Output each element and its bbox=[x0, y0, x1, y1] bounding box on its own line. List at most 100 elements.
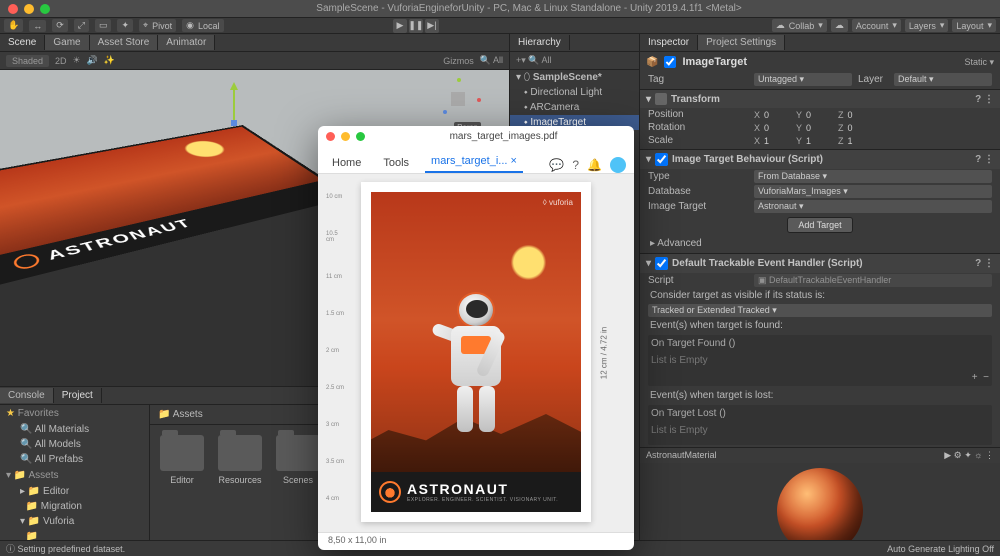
gizmos-dropdown[interactable]: Gizmos bbox=[443, 56, 474, 66]
advanced-foldout[interactable]: ▸ Advanced bbox=[640, 236, 1000, 251]
pdf-tab-tools[interactable]: Tools bbox=[377, 153, 415, 173]
pdf-tab-file[interactable]: mars_target_i... × bbox=[425, 151, 523, 173]
status-icon: ⓘ bbox=[6, 542, 15, 555]
scene-tabs: Scene Game Asset Store Animator bbox=[0, 34, 509, 52]
pause-button[interactable]: ❚❚ bbox=[409, 19, 423, 33]
ruler-vertical: 10 cm10.5 cm11 cm1.5 cm2 cm2.5 cm3 cm3.5… bbox=[326, 194, 346, 502]
tab-hierarchy[interactable]: Hierarchy bbox=[510, 35, 570, 50]
fx-icon[interactable]: ✨ bbox=[104, 55, 115, 66]
image-target-component: ▾Image Target Behaviour (Script)? ⋮ Type… bbox=[640, 149, 1000, 251]
static-dropdown[interactable]: Static ▾ bbox=[964, 57, 994, 68]
step-button[interactable]: ▶| bbox=[425, 19, 439, 33]
astronaut-figure bbox=[431, 292, 521, 442]
assets-node[interactable]: ▾ 📁 Assets bbox=[0, 467, 149, 484]
folder-resources[interactable]: Resources bbox=[218, 435, 262, 485]
status-message: Setting predefined dataset. bbox=[18, 544, 126, 554]
tool-rect[interactable]: ▭ bbox=[95, 19, 112, 32]
avatar[interactable] bbox=[610, 157, 626, 173]
tab-project-settings[interactable]: Project Settings bbox=[698, 35, 785, 50]
component-menu[interactable]: ? ⋮ bbox=[975, 94, 994, 105]
comment-icon[interactable]: 💬 bbox=[549, 158, 564, 172]
2d-toggle[interactable]: 2D bbox=[55, 56, 67, 66]
script-field: ▣ DefaultTrackableEventHandler bbox=[754, 274, 992, 287]
transform-handle[interactable] bbox=[230, 82, 238, 126]
pdf-window[interactable]: mars_target_images.pdf Home Tools mars_t… bbox=[318, 126, 634, 550]
bell-icon[interactable]: 🔔 bbox=[587, 158, 602, 172]
obj-arcamera[interactable]: ⬩ ARCamera bbox=[510, 100, 639, 115]
help-icon[interactable]: ? bbox=[572, 158, 579, 172]
tool-rotate[interactable]: ⟳ bbox=[52, 19, 68, 32]
object-icon[interactable]: 📦 bbox=[646, 57, 658, 68]
tree-editor[interactable]: ▸ 📁 Editor bbox=[0, 484, 149, 499]
pdf-footer: 8,50 x 11,00 in bbox=[318, 532, 634, 550]
tab-scene[interactable]: Scene bbox=[0, 35, 45, 50]
account-dropdown[interactable]: Account▾ bbox=[852, 19, 901, 32]
tab-inspector[interactable]: Inspector bbox=[640, 35, 698, 50]
layers-dropdown[interactable]: Layers▾ bbox=[905, 19, 949, 32]
app-title: SampleScene - VuforiaEngineforUnity - PC… bbox=[58, 3, 1000, 14]
material-sphere bbox=[777, 468, 863, 541]
audio-icon[interactable]: 🔊 bbox=[87, 55, 98, 66]
type-field[interactable]: From Database ▾ bbox=[754, 170, 992, 183]
light-icon[interactable]: ☀ bbox=[73, 55, 81, 66]
tree-vuforia[interactable]: ▾ 📁 Vuforia bbox=[0, 514, 149, 529]
on-found-event[interactable]: On Target Found ()List is Empty+ − bbox=[648, 335, 992, 386]
fav-materials[interactable]: 🔍 All Materials bbox=[0, 422, 149, 437]
tree-migration[interactable]: 📁 Migration bbox=[0, 499, 149, 514]
target-field[interactable]: Astronaut ▾ bbox=[754, 200, 992, 213]
project-tree[interactable]: ★ Favorites 🔍 All Materials 🔍 All Models… bbox=[0, 405, 150, 540]
obj-light[interactable]: ⬩ Directional Light bbox=[510, 85, 639, 100]
transform-component: ▾Transform? ⋮ PositionX0Y0Z0 RotationX0Y… bbox=[640, 89, 1000, 147]
tool-hand[interactable]: ✋ bbox=[4, 19, 23, 32]
traffic-lights[interactable] bbox=[0, 4, 58, 14]
main-toolbar: ✋ ↔ ⟳ ⤢ ▭ ✦ ⌖Pivot ◉Local ▶ ❚❚ ▶| ☁Colla… bbox=[0, 18, 1000, 34]
orientation-gizmo[interactable] bbox=[439, 80, 479, 120]
tab-animator[interactable]: Animator bbox=[158, 35, 215, 50]
scene-toolbar: Shaded 2D ☀ 🔊 ✨ Gizmos 🔍 All bbox=[0, 52, 509, 70]
tab-game[interactable]: Game bbox=[45, 35, 89, 50]
database-field[interactable]: VuforiaMars_Images ▾ bbox=[754, 185, 992, 198]
pivot-toggle[interactable]: ⌖Pivot bbox=[139, 19, 176, 32]
tab-asset-store[interactable]: Asset Store bbox=[90, 35, 159, 50]
object-name[interactable]: ImageTarget bbox=[682, 56, 747, 68]
tool-scale[interactable]: ⤢ bbox=[74, 19, 89, 32]
pdf-traffic-lights[interactable] bbox=[318, 132, 373, 141]
tag-field[interactable]: Untagged ▾ bbox=[754, 73, 852, 86]
fav-prefabs[interactable]: 🔍 All Prefabs bbox=[0, 452, 149, 467]
lighting-status[interactable]: Auto Generate Lighting Off bbox=[887, 544, 994, 554]
material-preview[interactable]: AstronautMaterial▶ ⚙ ✦ ☼ ⋮ bbox=[640, 447, 1000, 540]
tool-multi[interactable]: ✦ bbox=[117, 19, 133, 32]
layer-field[interactable]: Default ▾ bbox=[894, 73, 992, 86]
play-button[interactable]: ▶ bbox=[393, 19, 407, 33]
inspector-panel: 📦 ImageTarget Static ▾ Tag Untagged ▾ La… bbox=[640, 52, 1000, 540]
scene-root[interactable]: ▾ ⬯ SampleScene* bbox=[510, 70, 639, 85]
trackable-handler-component: ▾Default Trackable Event Handler (Script… bbox=[640, 253, 1000, 445]
folder-scenes[interactable]: Scenes bbox=[276, 435, 320, 485]
transform-icon bbox=[655, 93, 667, 105]
dimension-right: 12 cm / 4.72 in bbox=[599, 327, 608, 379]
pdf-page[interactable]: 10 cm10.5 cm11 cm1.5 cm2 cm2.5 cm3 cm3.5… bbox=[318, 174, 634, 532]
local-toggle[interactable]: ◉Local bbox=[182, 19, 223, 32]
shading-mode[interactable]: Shaded bbox=[6, 55, 49, 67]
layout-dropdown[interactable]: Layout▾ bbox=[952, 19, 996, 32]
hierarchy-toolbar[interactable]: +▾ 🔍 All bbox=[510, 52, 639, 70]
tab-project[interactable]: Project bbox=[54, 388, 102, 403]
tree-cylinder[interactable]: 📁 CylinderTargetTextures bbox=[0, 529, 149, 540]
fav-models[interactable]: 🔍 All Models bbox=[0, 437, 149, 452]
add-target-button[interactable]: Add Target bbox=[787, 217, 852, 233]
search-all[interactable]: 🔍 All bbox=[480, 55, 503, 66]
cloud-button[interactable]: ☁ bbox=[831, 19, 848, 32]
pdf-tab-home[interactable]: Home bbox=[326, 153, 367, 173]
tab-console[interactable]: Console bbox=[0, 388, 54, 403]
pdf-sheet: ◊ vuforia ASTRONAUTEXPLORER. ENGINEER. S… bbox=[361, 182, 591, 522]
tracked-status-field[interactable]: Tracked or Extended Tracked ▾ bbox=[648, 304, 992, 317]
tool-move[interactable]: ↔ bbox=[29, 20, 46, 32]
folder-editor[interactable]: Editor bbox=[160, 435, 204, 485]
active-checkbox[interactable] bbox=[664, 56, 676, 68]
on-lost-event[interactable]: On Target Lost ()List is Empty bbox=[648, 405, 992, 445]
window-titlebar: SampleScene - VuforiaEngineforUnity - PC… bbox=[0, 0, 1000, 18]
pdf-title: mars_target_images.pdf bbox=[373, 131, 634, 142]
astronaut-icon bbox=[379, 481, 401, 503]
collab-dropdown[interactable]: ☁Collab▾ bbox=[772, 19, 827, 32]
vuforia-logo: ◊ vuforia bbox=[543, 198, 573, 207]
